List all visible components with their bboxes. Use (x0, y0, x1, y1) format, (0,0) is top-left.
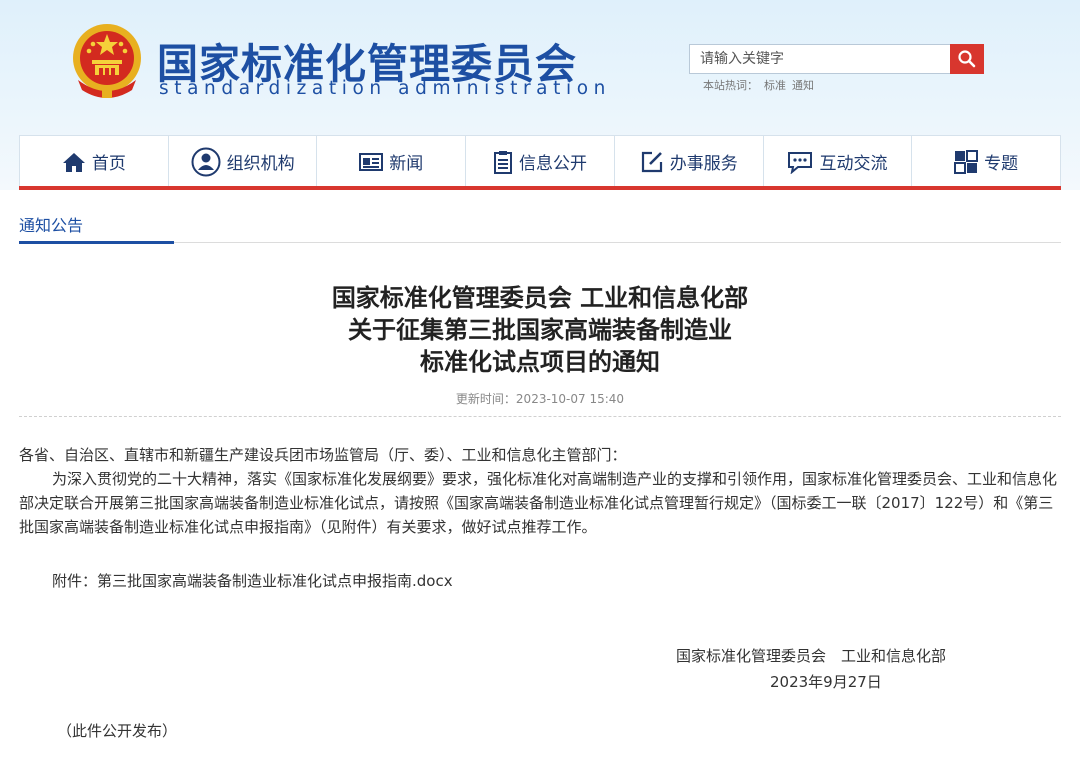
nav-item-organization[interactable]: 组织机构 (169, 136, 318, 187)
site-subtitle: standardization administration (159, 78, 611, 99)
search-input[interactable] (689, 44, 951, 74)
nav-item-label: 专题 (984, 154, 1019, 174)
nav-item-label: 首页 (91, 154, 126, 174)
signature-org: 国家标准化管理委员会 工业和信息化部 (676, 647, 947, 665)
salutation: 各省、自治区、直辖市和新疆生产建设兵团市场监管局（厅、委）、工业和信息化主管部门… (19, 446, 627, 464)
publication-note: （此件公开发布） (57, 722, 178, 740)
article-title-line: 标准化试点项目的通知 (420, 348, 660, 376)
divider (19, 416, 1061, 417)
national-emblem-icon (73, 24, 141, 98)
breadcrumb[interactable]: 通知公告 (19, 212, 83, 236)
article-title-line: 关于征集第三批国家高端装备制造业 (348, 316, 732, 344)
main-nav: 首页 组织机构 新闻 信息公开 办事服务 互动交流 专题 (19, 135, 1061, 190)
hot-word-link[interactable]: 通知 (792, 79, 814, 92)
search-button[interactable] (950, 44, 984, 74)
nav-item-news[interactable]: 新闻 (317, 136, 467, 187)
hot-words: 本站热词： 标准 通知 (703, 77, 820, 93)
attachment-link[interactable]: 第三批国家高端装备制造业标准化试点申报指南.docx (97, 572, 453, 590)
edit-icon (641, 151, 662, 172)
nav-item-label: 信息公开 (519, 154, 588, 174)
breadcrumb-active-underline (19, 241, 174, 244)
attachment: 附件：第三批国家高端装备制造业标准化试点申报指南.docx (52, 570, 453, 591)
nav-item-info-disclosure[interactable]: 信息公开 (466, 136, 615, 187)
article-body: 各省、自治区、直辖市和新疆生产建设兵团市场监管局（厅、委）、工业和信息化主管部门… (19, 443, 1061, 539)
newspaper-icon (359, 152, 384, 171)
attachment-label: 附件： (52, 572, 98, 590)
nav-item-label: 组织机构 (226, 154, 295, 174)
nav-item-label: 办事服务 (669, 154, 738, 174)
hot-word-link[interactable]: 标准 (764, 79, 786, 92)
nav-item-interaction[interactable]: 互动交流 (764, 136, 913, 187)
updated-time: 更新时间：2023-10-07 15:40 (455, 392, 625, 406)
nav-item-services[interactable]: 办事服务 (615, 136, 764, 187)
nav-item-topics[interactable]: 专题 (912, 136, 1060, 187)
hot-words-label: 本站热词： (703, 79, 758, 92)
person-icon (191, 147, 221, 176)
paragraph: 为深入贯彻党的二十大精神，落实《国家标准化发展纲要》要求，强化标准化对高端制造产… (19, 470, 1058, 536)
search-icon (958, 50, 976, 68)
article-title: 国家标准化管理委员会 工业和信息化部 关于征集第三批国家高端装备制造业 标准化试… (0, 282, 1080, 378)
nav-item-label: 新闻 (389, 154, 424, 174)
clipboard-icon (494, 150, 513, 174)
nav-underline (19, 186, 1061, 190)
nav-item-label: 互动交流 (819, 154, 888, 174)
divider (19, 242, 1061, 243)
topic-icon (954, 149, 979, 174)
chat-icon (788, 151, 813, 174)
article-title-line: 国家标准化管理委员会 工业和信息化部 (331, 284, 749, 312)
signature-date: 2023年9月27日 (770, 673, 882, 691)
nav-item-home[interactable]: 首页 (20, 136, 169, 187)
home-icon (62, 152, 85, 172)
